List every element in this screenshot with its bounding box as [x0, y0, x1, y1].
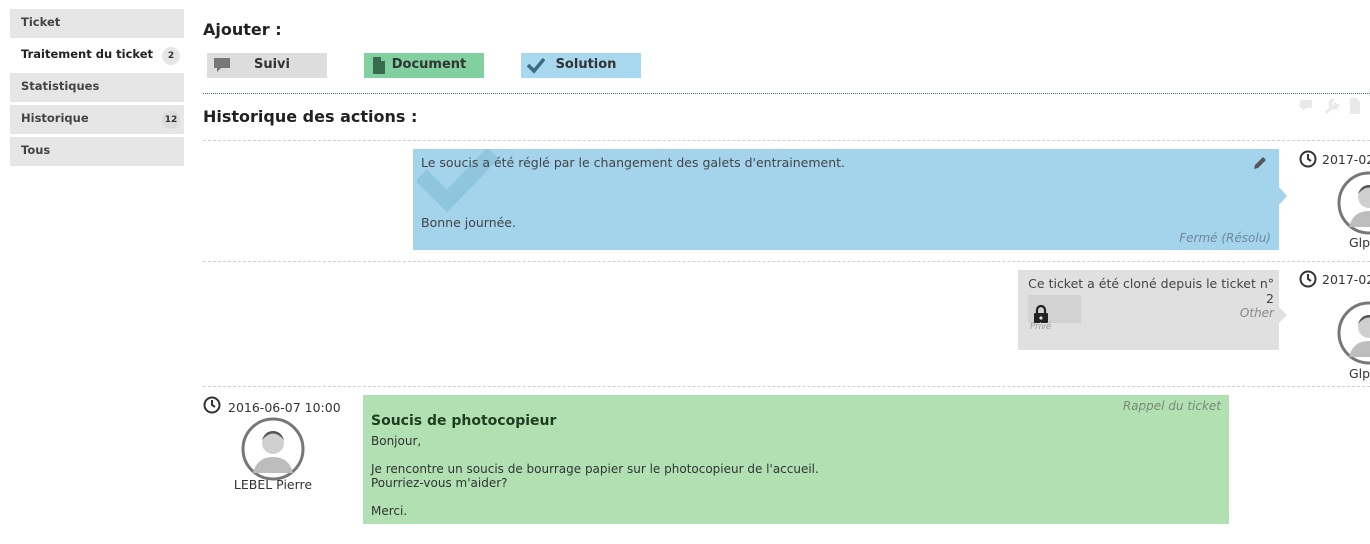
log-item: Ce ticket a été cloné depuis le ticket n… [1018, 270, 1287, 350]
clock-icon [203, 396, 221, 414]
bubble-arrow [1279, 187, 1287, 205]
avatar [241, 417, 305, 481]
item-user: LEBEL Pierre [233, 477, 313, 492]
followup-item: Rappel du ticket Soucis de photocopieur … [363, 395, 1229, 524]
separator [203, 140, 1370, 141]
avatar [1337, 301, 1370, 365]
divider [203, 93, 1370, 94]
followup-line: Merci. [371, 504, 408, 518]
tab-label: Traitement du ticket [21, 47, 154, 61]
followup-body: Bonjour, Je rencontre un soucis de bourr… [371, 434, 819, 518]
timeline-panel: Ajouter : Suivi Document Solution Histor… [203, 0, 1370, 544]
separator [203, 386, 1370, 387]
item-date: 2017-02 [1322, 272, 1370, 287]
clock-icon [1299, 150, 1317, 168]
lock-icon [1034, 304, 1048, 323]
add-followup-button[interactable]: Suivi [207, 53, 327, 78]
bubble-arrow [1279, 307, 1287, 323]
tab-traitement[interactable]: Traitement du ticket 2 [10, 41, 184, 70]
add-document-label: Document [391, 57, 467, 72]
item-date: 2016-06-07 10:00 [228, 400, 341, 415]
add-followup-label: Suivi [253, 57, 290, 72]
followup-line: Bonjour, [371, 434, 422, 448]
followup-line: Je rencontre un soucis de bourrage papie… [371, 462, 819, 476]
clock-icon [1299, 270, 1317, 288]
ticket-tabs: Ticket Traitement du ticket 2 Statistiqu… [10, 9, 184, 169]
separator [203, 261, 1370, 262]
tab-historique[interactable]: Historique 12 [10, 105, 184, 134]
avatar [1337, 171, 1370, 235]
solution-item: Le soucis a été réglé par le changement … [413, 149, 1287, 250]
tab-statistiques[interactable]: Statistiques [10, 73, 184, 102]
add-solution-button[interactable]: Solution [521, 53, 641, 78]
tab-tous[interactable]: Tous [10, 137, 184, 166]
solution-status: Fermé (Résolu) [1179, 231, 1271, 245]
item-user: Glp [1349, 366, 1370, 381]
tab-ticket[interactable]: Ticket [10, 9, 184, 38]
tab-count-badge: 2 [162, 47, 180, 65]
item-user: Glp [1349, 235, 1370, 250]
tab-label: Historique [21, 111, 89, 125]
history-title: Historique des actions : [203, 107, 418, 126]
add-solution-label: Solution [555, 57, 617, 72]
followup-line: Pourriez-vous m'aider? [371, 476, 508, 490]
solution-text: Bonne journée. [421, 215, 516, 230]
item-date: 2017-02 [1322, 152, 1370, 167]
tab-count-badge: 12 [162, 111, 180, 129]
tab-label: Statistiques [21, 79, 100, 93]
add-document-button[interactable]: Document [364, 53, 484, 78]
tab-label: Ticket [21, 15, 61, 29]
followup-subject: Soucis de photocopieur [371, 413, 557, 429]
add-title: Ajouter : [203, 20, 282, 39]
followup-label: Rappel du ticket [1122, 399, 1221, 413]
private-label: Privé [1030, 322, 1052, 332]
solution-text: Le soucis a été réglé par le changement … [421, 155, 846, 170]
tab-label: Tous [21, 143, 51, 157]
pencil-icon[interactable] [1253, 156, 1267, 170]
filter-icons[interactable] [1298, 97, 1370, 117]
